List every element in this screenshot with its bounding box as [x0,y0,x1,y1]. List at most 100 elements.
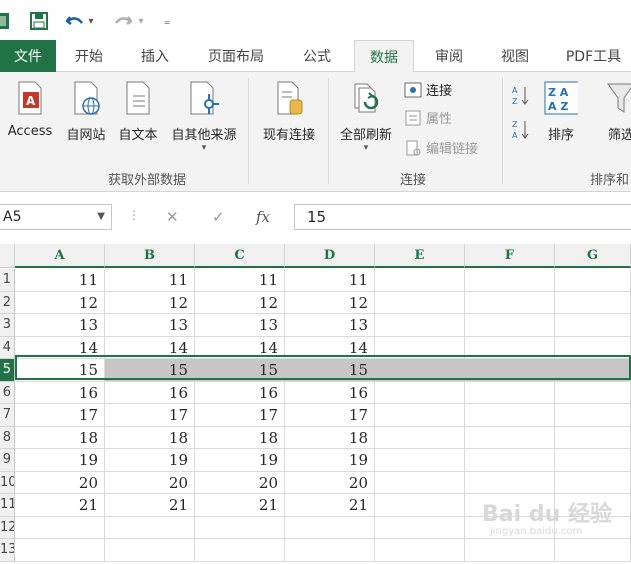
cell-f1[interactable] [465,269,555,292]
column-header-c[interactable]: C [195,244,285,268]
save-icon[interactable] [28,10,50,32]
cell-e12[interactable] [375,516,465,539]
cell-a5[interactable]: 15 [15,359,105,382]
cell-f2[interactable] [465,291,555,314]
cell-e7[interactable] [375,404,465,427]
row-header[interactable]: 13 [0,539,15,562]
cell-c6[interactable]: 16 [195,381,285,404]
column-header-g[interactable]: G [555,244,631,268]
tab-pdf-tools[interactable]: PDF工具 [556,40,631,72]
cell-e13[interactable] [375,539,465,562]
undo-dropdown-icon[interactable]: ▾ [86,10,96,32]
from-text-button[interactable]: 自文本 [114,78,162,143]
cell-b13[interactable] [105,539,195,562]
cell-g9[interactable] [555,449,631,472]
row-header[interactable]: 5 [0,359,15,382]
from-other-sources-button[interactable]: 自其他来源 ▾ [166,78,242,153]
cell-f10[interactable] [465,471,555,494]
cell-e8[interactable] [375,426,465,449]
tab-review[interactable]: 审阅 [424,40,474,72]
name-box[interactable]: A5 ▼ [0,204,112,230]
enter-icon[interactable]: ✓ [212,208,225,226]
tab-page-layout[interactable]: 页面布局 [195,40,277,72]
cell-d9[interactable]: 19 [285,449,375,472]
cell-d11[interactable]: 21 [285,494,375,517]
insert-function-icon[interactable]: fx [256,208,270,226]
cell-a12[interactable] [15,516,105,539]
cell-b3[interactable]: 13 [105,314,195,337]
cell-c9[interactable]: 19 [195,449,285,472]
row-header[interactable]: 10 [0,471,15,494]
cell-e5[interactable] [375,359,465,382]
row-header[interactable]: 1 [0,269,15,292]
row-header[interactable]: 2 [0,291,15,314]
cell-a8[interactable]: 18 [15,426,105,449]
cancel-icon[interactable]: ✕ [166,208,179,226]
from-access-button[interactable]: A Access [4,78,56,139]
row-header[interactable]: 8 [0,426,15,449]
cell-g6[interactable] [555,381,631,404]
cell-b9[interactable]: 19 [105,449,195,472]
name-box-dropdown-icon[interactable]: ▼ [97,205,105,229]
cell-a9[interactable]: 19 [15,449,105,472]
cell-g1[interactable] [555,269,631,292]
cell-d4[interactable]: 14 [285,336,375,359]
cell-a2[interactable]: 12 [15,291,105,314]
cell-a13[interactable] [15,539,105,562]
redo-dropdown-icon[interactable]: ▾ [136,10,146,32]
row-header[interactable]: 9 [0,449,15,472]
cell-c1[interactable]: 11 [195,269,285,292]
column-header-a[interactable]: A [15,244,105,268]
cell-b1[interactable]: 11 [105,269,195,292]
cell-c12[interactable] [195,516,285,539]
cell-c2[interactable]: 12 [195,291,285,314]
cell-g8[interactable] [555,426,631,449]
cell-d8[interactable]: 18 [285,426,375,449]
cell-a3[interactable]: 13 [15,314,105,337]
cell-c7[interactable]: 17 [195,404,285,427]
row-header[interactable]: 3 [0,314,15,337]
cell-e3[interactable] [375,314,465,337]
cell-f8[interactable] [465,426,555,449]
cell-d1[interactable]: 11 [285,269,375,292]
cell-b2[interactable]: 12 [105,291,195,314]
sort-ascending-button[interactable]: AZ [512,86,534,106]
cell-f6[interactable] [465,381,555,404]
cell-d5[interactable]: 15 [285,359,375,382]
cell-e1[interactable] [375,269,465,292]
cell-b8[interactable]: 18 [105,426,195,449]
tab-home[interactable]: 开始 [64,40,114,72]
cell-e11[interactable] [375,494,465,517]
cell-c3[interactable]: 13 [195,314,285,337]
cell-f7[interactable] [465,404,555,427]
cell-c5[interactable]: 15 [195,359,285,382]
cell-a10[interactable]: 20 [15,471,105,494]
row-header[interactable]: 11 [0,494,15,517]
cell-c10[interactable]: 20 [195,471,285,494]
cell-g7[interactable] [555,404,631,427]
column-header-f[interactable]: F [465,244,555,268]
refresh-all-button[interactable]: 全部刷新 ▾ [334,78,398,153]
column-header-d[interactable]: D [285,244,375,268]
redo-icon[interactable] [112,10,134,32]
cell-c8[interactable]: 18 [195,426,285,449]
sort-descending-button[interactable]: ZA [512,120,534,140]
cell-b12[interactable] [105,516,195,539]
tab-data[interactable]: 数据 [354,40,414,73]
cell-e9[interactable] [375,449,465,472]
cell-g4[interactable] [555,336,631,359]
cell-b10[interactable]: 20 [105,471,195,494]
existing-connections-button[interactable]: 现有连接 [256,78,322,143]
undo-icon[interactable] [64,10,86,32]
cell-g5[interactable] [555,359,631,382]
cell-b11[interactable]: 21 [105,494,195,517]
cell-f13[interactable] [465,539,555,562]
cell-d13[interactable] [285,539,375,562]
sort-button[interactable]: Z AA Z 排序 [538,78,584,143]
cell-g2[interactable] [555,291,631,314]
cell-f4[interactable] [465,336,555,359]
from-web-button[interactable]: 自网站 [62,78,110,143]
cell-g3[interactable] [555,314,631,337]
cell-f3[interactable] [465,314,555,337]
cell-d2[interactable]: 12 [285,291,375,314]
